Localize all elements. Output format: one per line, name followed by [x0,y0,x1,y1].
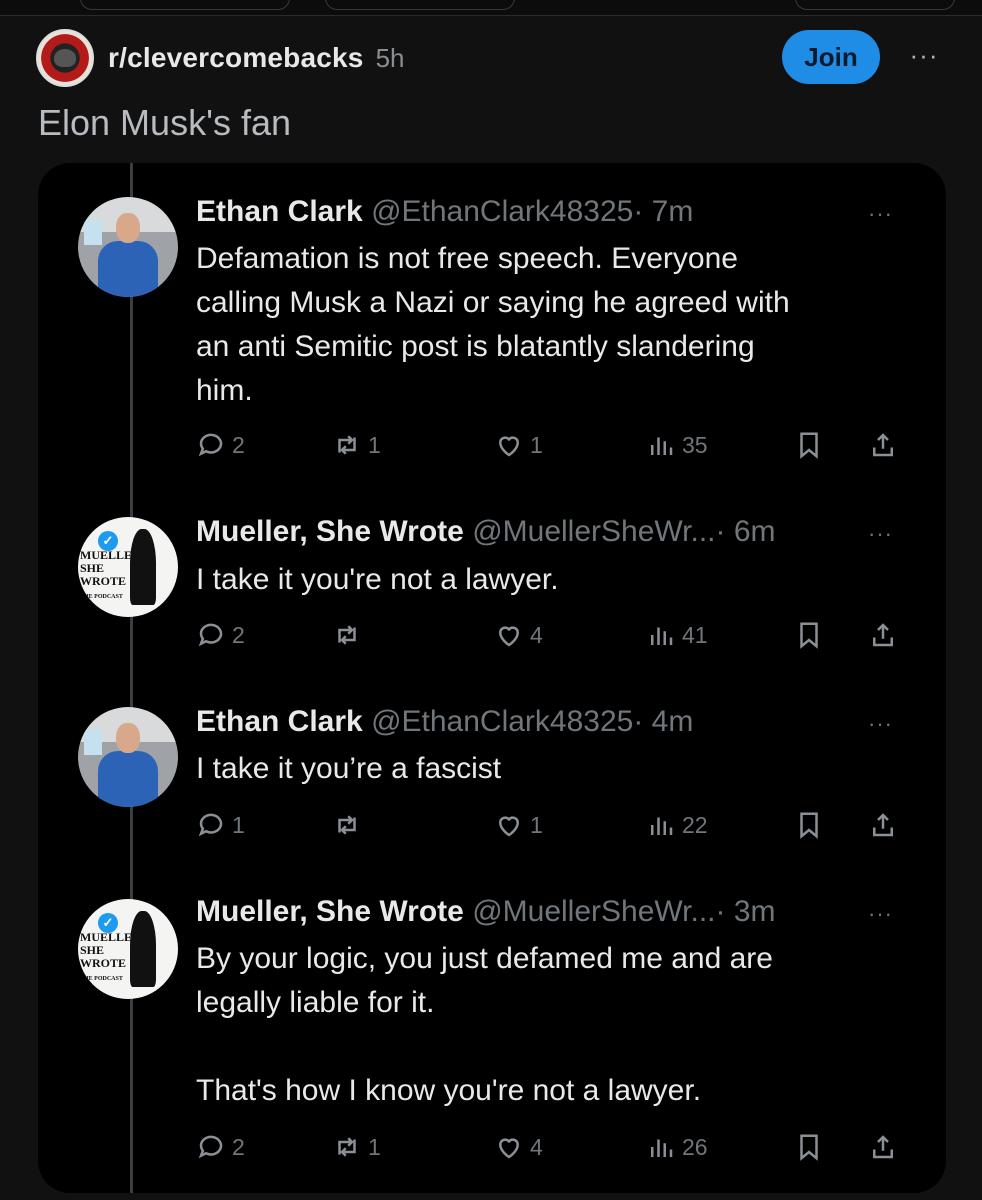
views-count: 26 [682,1133,708,1160]
reply-action: 2 [196,615,245,655]
views-action: 22 [646,805,708,845]
avatar: ✓ MUELLER, SHE WROTE THE PODCAST [78,899,178,999]
like-count: 4 [530,1133,543,1160]
views-icon [651,1139,673,1157]
repost-icon [338,625,356,645]
tweet-header: Mueller, She Wrote @MuellerSheWr...· 3m [196,895,776,929]
share-icon [868,805,898,845]
avatar: ✓ MUELLER, SHE WROTE THE PODCAST [78,517,178,617]
like-count: 4 [530,621,543,648]
avatar [78,707,178,807]
author-name: Mueller, She Wrote [196,515,464,548]
tweet-actions: 2 1 4 26 [196,1127,916,1167]
repost-action: 1 [332,425,381,465]
top-tab[interactable] [795,0,955,10]
join-button[interactable]: Join [782,30,880,84]
tweet-time: · 4m [633,705,694,738]
avatar [78,197,178,297]
author-name: Ethan Clark [196,705,363,738]
views-icon [651,817,673,835]
like-count: 1 [530,811,543,838]
bookmark-icon [794,1127,824,1167]
post-header: r/clevercomebacks 5h Join ··· [36,28,946,88]
repost-icon [338,815,356,835]
repost-count: 1 [368,431,381,458]
views-count: 22 [682,811,708,838]
like-action: 1 [494,425,543,465]
tweet-thread-image[interactable]: Ethan Clark @EthanClark48325· 7m ··· Def… [38,163,946,1193]
views-count: 35 [682,431,708,458]
like-icon [498,1138,520,1159]
tweet-text: Defamation is not free speech. Everyone … [196,242,790,407]
tweet-more-icon: ··· [868,901,893,926]
author-name: Mueller, She Wrote [196,895,464,928]
repost-icon [338,1137,356,1157]
author-name: Ethan Clark [196,195,363,228]
author-handle: @EthanClark48325 [371,195,634,228]
top-tab[interactable] [80,0,290,10]
bookmark-icon [794,805,824,845]
reply-action: 1 [196,805,245,845]
views-action: 35 [646,425,708,465]
thread-line [130,163,133,1193]
like-action: 4 [494,1127,543,1167]
author-handle: @MuellerSheWr... [472,895,716,928]
views-count: 41 [682,621,708,648]
tweet-actions: 2 1 1 35 [196,425,916,465]
views-icon [651,437,673,455]
tweet-header: Ethan Clark @EthanClark48325· 4m [196,705,693,739]
top-tab[interactable] [325,0,515,10]
like-icon [498,626,520,647]
like-count: 1 [530,431,543,458]
like-icon [498,436,520,457]
reply-count: 2 [232,1133,245,1160]
repost-icon [338,435,356,455]
tweet-header: Mueller, She Wrote @MuellerSheWr...· 6m [196,515,776,549]
tweet-actions: 2 4 41 [196,615,916,655]
reply-count: 2 [232,431,245,458]
subreddit-name[interactable]: r/clevercomebacks [108,42,364,74]
repost-count: 1 [368,1133,381,1160]
reply-icon [198,623,223,647]
tweet-text: By your logic, you just defamed me and a… [196,942,773,1107]
views-action: 41 [646,615,708,655]
bookmark-icon [794,615,824,655]
post-age: 5h [375,42,405,73]
tweet-header: Ethan Clark @EthanClark48325· 7m [196,195,693,229]
share-icon [868,615,898,655]
reply-count: 2 [232,621,245,648]
tweet-time: · 3m [715,895,776,928]
bookmark-icon [794,425,824,465]
reply-icon [198,813,223,837]
tweet-more-icon: ··· [868,521,893,546]
reply-icon [198,433,223,457]
tweet-actions: 1 1 22 [196,805,916,845]
share-icon [868,425,898,465]
tweet-more-icon: ··· [868,711,893,736]
reply-action: 2 [196,425,245,465]
reply-action: 2 [196,1127,245,1167]
tweet-text: I take it you’re a fascist [196,752,502,785]
views-action: 26 [646,1127,708,1167]
like-action: 1 [494,805,543,845]
reply-count: 1 [232,811,245,838]
views-icon [651,627,673,645]
post-title[interactable]: Elon Musk's fan [38,102,291,144]
tweet-time: · 6m [715,515,776,548]
more-options-icon[interactable]: ··· [904,40,944,70]
author-handle: @EthanClark48325 [371,705,634,738]
tweet-time: · 7m [633,195,694,228]
repost-action [332,615,368,655]
tweet-more-icon: ··· [868,201,893,226]
repost-action [332,805,368,845]
like-action: 4 [494,615,543,655]
author-handle: @MuellerSheWr... [472,515,716,548]
tweet-text: I take it you're not a lawyer. [196,563,559,596]
repost-action: 1 [332,1127,381,1167]
top-tab-strip [0,0,982,16]
subreddit-avatar[interactable] [36,29,94,87]
reply-icon [198,1135,223,1159]
like-icon [498,816,520,837]
share-icon [868,1127,898,1167]
